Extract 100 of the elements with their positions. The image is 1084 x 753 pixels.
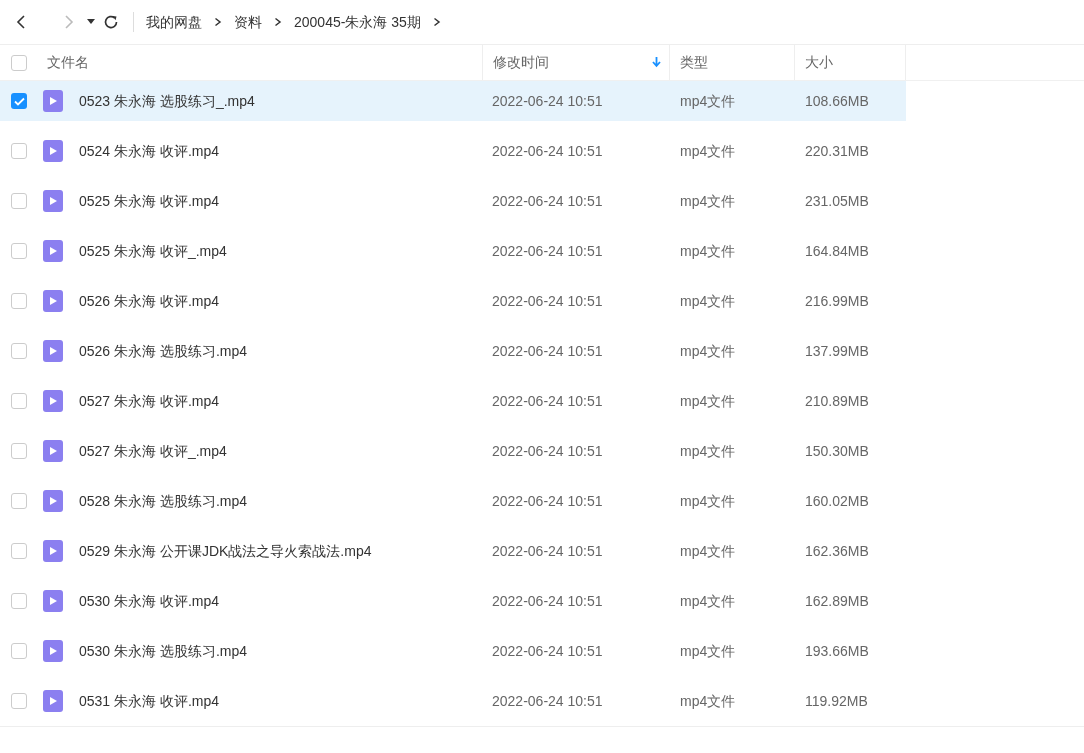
file-type: mp4文件 (680, 392, 736, 409)
file-name[interactable]: 0526 朱永海 收评.mp4 (79, 290, 492, 312)
forward-icon[interactable] (63, 14, 75, 30)
file-size: 160.02MB (805, 492, 869, 509)
file-size: 164.84MB (805, 242, 869, 259)
back-icon[interactable] (15, 14, 27, 30)
file-type: mp4文件 (680, 242, 736, 259)
file-type: mp4文件 (680, 492, 736, 509)
file-size: 210.89MB (805, 392, 869, 409)
video-file-icon (43, 90, 63, 112)
file-size: 216.99MB (805, 292, 869, 309)
file-row[interactable]: 0527 朱永海 收评.mp4 2022-06-24 10:51 mp4文件 210.89MB (0, 381, 906, 421)
column-header[interactable]: 文件名 (37, 45, 482, 80)
file-name[interactable]: 0527 朱永海 收评.mp4 (79, 390, 492, 412)
video-file-icon (43, 290, 63, 312)
video-file-icon (43, 190, 63, 212)
modified-date: 2022-06-24 10:51 (492, 642, 603, 659)
file-name[interactable]: 0526 朱永海 选股练习.mp4 (79, 340, 492, 362)
file-size: 162.36MB (805, 542, 869, 559)
modified-date: 2022-06-24 10:51 (492, 92, 603, 109)
modified-date: 2022-06-24 10:51 (492, 192, 603, 209)
modified-date: 2022-06-24 10:51 (492, 692, 603, 709)
file-row[interactable]: 0527 朱永海 收评_.mp4 2022-06-24 10:51 mp4文件 150.30MB (0, 431, 906, 471)
file-name[interactable]: 0527 朱永海 收评_.mp4 (79, 440, 492, 462)
file-type: mp4文件 (680, 142, 736, 159)
file-type: mp4文件 (680, 192, 736, 209)
modified-date: 2022-06-24 10:51 (492, 242, 603, 259)
checkbox[interactable] (11, 93, 27, 109)
file-type: mp4文件 (680, 692, 736, 709)
video-file-icon (43, 140, 63, 162)
file-row[interactable]: 0526 朱永海 收评.mp4 2022-06-24 10:51 mp4文件 216.99MB (0, 281, 906, 321)
file-size: 119.92MB (805, 692, 868, 709)
chevron-icon (274, 17, 282, 27)
file-size: 162.89MB (805, 592, 869, 609)
video-file-icon (43, 390, 63, 412)
file-size: 220.31MB (805, 142, 869, 159)
modified-date: 2022-06-24 10:51 (492, 392, 603, 409)
breadcrumb-link[interactable]: 200045-朱永海 35期 (294, 11, 421, 33)
column-header[interactable]: 类型 (669, 45, 794, 80)
file-name[interactable]: 0530 朱永海 收评.mp4 (79, 590, 492, 612)
file-type: mp4文件 (680, 592, 736, 609)
modified-date: 2022-06-24 10:51 (492, 292, 603, 309)
modified-date: 2022-06-24 10:51 (492, 142, 603, 159)
file-size: 108.66MB (805, 92, 869, 109)
file-name[interactable]: 0528 朱永海 选股练习.mp4 (79, 490, 492, 512)
checkbox[interactable] (11, 543, 27, 559)
video-file-icon (43, 540, 63, 562)
file-name[interactable]: 0525 朱永海 收评_.mp4 (79, 240, 492, 262)
checkbox[interactable] (11, 143, 27, 159)
file-type: mp4文件 (680, 342, 736, 359)
file-name[interactable]: 0530 朱永海 选股练习.mp4 (79, 640, 492, 662)
checkbox[interactable] (11, 393, 27, 409)
checkbox[interactable] (11, 643, 27, 659)
checkbox[interactable] (11, 693, 27, 709)
modified-date: 2022-06-24 10:51 (492, 542, 603, 559)
file-row[interactable]: 0529 朱永海 公开课JDK战法之导火索战法.mp4 2022-06-24 10:51 mp4文件 162.36MB (0, 531, 906, 571)
modified-date: 2022-06-24 10:51 (492, 492, 603, 509)
file-row[interactable]: 0525 朱永海 收评_.mp4 2022-06-24 10:51 mp4文件 164.84MB (0, 231, 906, 271)
file-row[interactable]: 0530 朱永海 选股练习.mp4 2022-06-24 10:51 mp4文件 193.66MB (0, 631, 906, 671)
refresh-icon[interactable] (102, 13, 120, 31)
breadcrumb-link[interactable]: 我的网盘 (146, 11, 202, 33)
file-size: 231.05MB (805, 192, 869, 209)
file-type: mp4文件 (680, 542, 736, 559)
checkbox[interactable] (11, 293, 27, 309)
video-file-icon (43, 340, 63, 362)
file-name[interactable]: 0524 朱永海 收评.mp4 (79, 140, 492, 162)
sort-arrow-icon (652, 57, 661, 68)
checkbox[interactable] (11, 593, 27, 609)
file-name[interactable]: 0531 朱永海 收评.mp4 (79, 690, 492, 712)
file-name[interactable]: 0529 朱永海 公开课JDK战法之导火索战法.mp4 (79, 540, 492, 562)
checkbox[interactable] (11, 193, 27, 209)
file-size: 193.66MB (805, 642, 869, 659)
video-file-icon (43, 640, 63, 662)
file-row[interactable]: 0525 朱永海 收评.mp4 2022-06-24 10:51 mp4文件 231.05MB (0, 181, 906, 221)
file-row[interactable]: 0531 朱永海 收评.mp4 2022-06-24 10:51 mp4文件 119.92MB (0, 681, 906, 721)
modified-date: 2022-06-24 10:51 (492, 342, 603, 359)
checkbox[interactable] (11, 343, 27, 359)
file-row[interactable]: 0524 朱永海 收评.mp4 2022-06-24 10:51 mp4文件 220.31MB (0, 131, 906, 171)
video-file-icon (43, 490, 63, 512)
file-row[interactable]: 0528 朱永海 选股练习.mp4 2022-06-24 10:51 mp4文件 160.02MB (0, 481, 906, 521)
file-type: mp4文件 (680, 642, 736, 659)
file-row[interactable]: 0526 朱永海 选股练习.mp4 2022-06-24 10:51 mp4文件 137.99MB (0, 331, 906, 371)
dropdown-caret-icon[interactable] (87, 19, 95, 25)
file-row[interactable]: 0523 朱永海 选股练习_.mp4 2022-06-24 10:51 mp4文件 108.66MB (0, 81, 906, 121)
file-name[interactable]: 0525 朱永海 收评.mp4 (79, 190, 492, 212)
checkbox[interactable] (11, 243, 27, 259)
breadcrumb-link[interactable]: 资料 (234, 11, 262, 33)
column-label: 修改时间 (493, 53, 549, 72)
checkbox[interactable] (11, 443, 27, 459)
file-size: 137.99MB (805, 342, 869, 359)
column-header[interactable]: 大小 (794, 45, 906, 80)
column-header[interactable]: 修改时间 (482, 45, 669, 80)
file-row[interactable]: 0530 朱永海 收评.mp4 2022-06-24 10:51 mp4文件 162.89MB (0, 581, 906, 621)
video-file-icon (43, 590, 63, 612)
checkbox[interactable] (11, 54, 27, 71)
file-name[interactable]: 0523 朱永海 选股练习_.mp4 (79, 90, 492, 112)
column-label: 文件名 (47, 53, 89, 72)
video-file-icon (43, 240, 63, 262)
column-label: 大小 (805, 53, 833, 72)
checkbox[interactable] (11, 493, 27, 509)
